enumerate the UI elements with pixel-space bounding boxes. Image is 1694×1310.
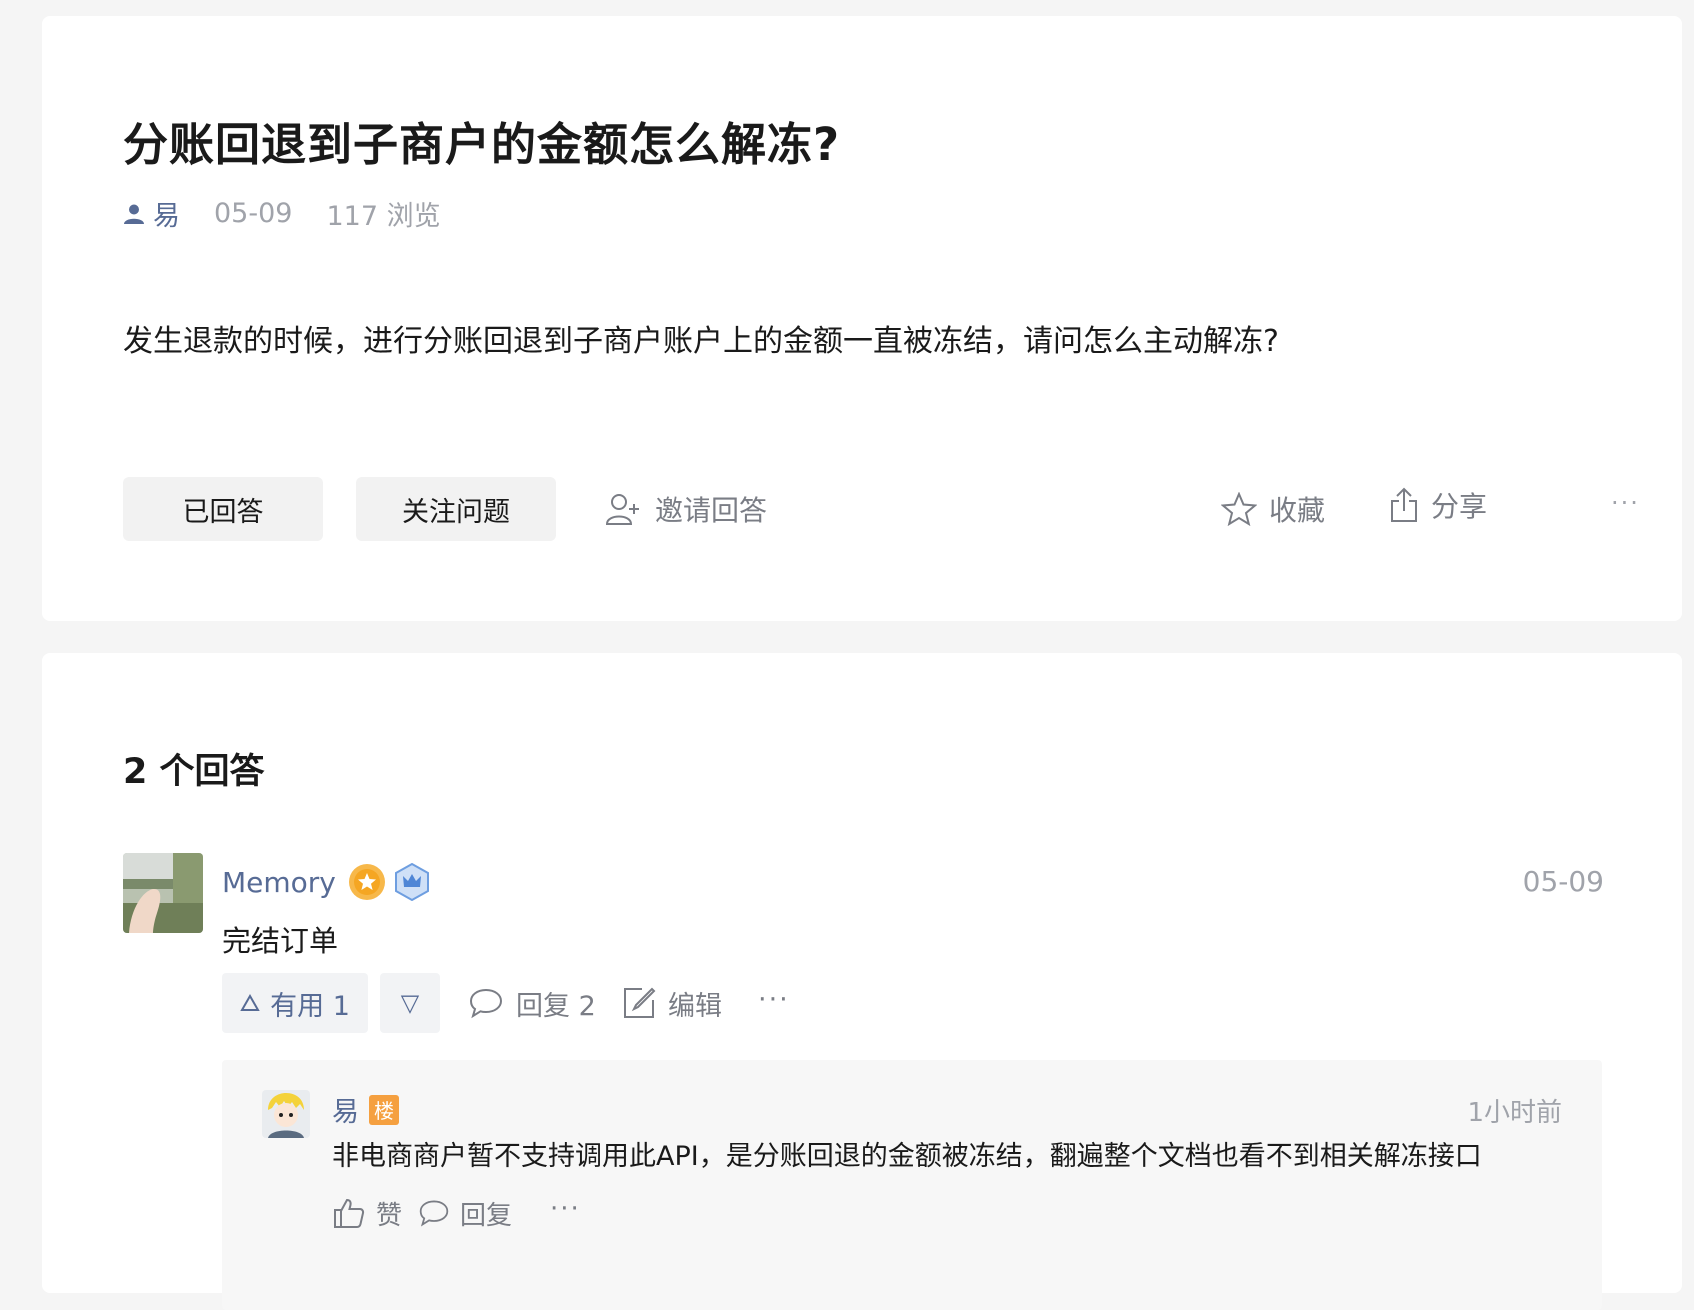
reply-author[interactable]: 易: [332, 1090, 359, 1129]
comment-icon: [419, 1200, 449, 1227]
edit-icon: [624, 987, 656, 1018]
answered-button[interactable]: 已回答: [123, 477, 323, 541]
reply-text: 非电商商户暂不支持调用此API，是分账回退的金额被冻结，翻遍整个文档也看不到相关…: [332, 1141, 1482, 1172]
favorite-label: 收藏: [1269, 494, 1326, 527]
star-icon: [1221, 492, 1257, 526]
invite-answer-label: 邀请回答: [655, 494, 768, 527]
triangle-up-icon: [240, 994, 260, 1011]
useful-label: 有用 1: [270, 990, 350, 1022]
reply-to-reply-button[interactable]: 回复: [418, 1188, 512, 1238]
like-button[interactable]: 赞: [332, 1188, 402, 1238]
question-date: 05-09: [214, 198, 293, 229]
like-label: 赞: [376, 1200, 403, 1231]
reply-actions: 赞 回复 ···: [332, 1188, 732, 1238]
question-body: 发生退款的时候，进行分账回退到子商户账户上的金额一直被冻结，请问怎么主动解冻?: [123, 324, 1279, 359]
reply-header: 易 楼: [332, 1090, 399, 1129]
edit-button[interactable]: 编辑: [622, 973, 722, 1033]
answers-card: 2 个回答 Memory 05-09 完结订单 有用 1 ▽ 回复 2 编辑 ·…: [42, 653, 1682, 1310]
question-views: 117 浏览: [326, 201, 441, 232]
reply-label: 回复 2: [516, 990, 596, 1022]
edit-label: 编辑: [668, 990, 722, 1022]
more-options-button[interactable]: ···: [1611, 471, 1640, 535]
reply-more-button[interactable]: ···: [550, 1184, 581, 1234]
invite-answer-button[interactable]: 邀请回答: [605, 477, 767, 541]
answer-header: Memory: [222, 863, 430, 901]
answer-actions: 有用 1 ▽ 回复 2 编辑 ···: [222, 973, 822, 1033]
op-badge: 楼: [369, 1094, 399, 1125]
reply-box: 易 楼 1小时前 非电商商户暂不支持调用此API，是分账回退的金额被冻结，翻遍整…: [222, 1060, 1602, 1310]
not-useful-button[interactable]: ▽: [380, 973, 440, 1033]
answer-author[interactable]: Memory: [222, 866, 336, 899]
cartoon-avatar: [262, 1090, 310, 1138]
avatar-photo: [123, 853, 203, 933]
answers-count-title: 2 个回答: [123, 752, 265, 792]
question-author-name: 易: [153, 201, 180, 232]
comment-icon: [469, 988, 503, 1019]
favorite-button[interactable]: 收藏: [1221, 477, 1325, 541]
invite-user-icon: [605, 494, 639, 525]
question-card: 分账回退到子商户的金额怎么解冻? 易 05-09 117 浏览 发生退款的时候，…: [42, 16, 1682, 621]
answer-date: 05-09: [1522, 865, 1604, 898]
crown-badge-icon: [394, 863, 429, 901]
answer-avatar[interactable]: [123, 853, 203, 933]
question-actions: 已回答 关注问题 邀请回答 收藏 分享 ···: [123, 477, 1643, 541]
question-meta: 易 05-09 117 浏览: [123, 194, 441, 233]
share-icon: [1391, 487, 1417, 522]
share-label: 分享: [1431, 490, 1488, 523]
question-title: 分账回退到子商户的金额怎么解冻?: [123, 118, 841, 171]
share-button[interactable]: 分享: [1389, 473, 1487, 537]
reply-avatar[interactable]: [262, 1090, 310, 1138]
reply-time: 1小时前: [1467, 1098, 1562, 1128]
user-icon: [124, 204, 144, 224]
useful-button[interactable]: 有用 1: [222, 973, 368, 1033]
answer-text: 完结订单: [222, 924, 339, 958]
reply-to-reply-label: 回复: [460, 1200, 513, 1231]
answer-more-button[interactable]: ···: [758, 969, 790, 1029]
thumbs-up-icon: [334, 1198, 365, 1228]
question-author[interactable]: 易: [123, 194, 180, 233]
gold-star-badge-icon: [348, 864, 385, 900]
reply-button[interactable]: 回复 2: [468, 973, 596, 1033]
follow-question-button[interactable]: 关注问题: [356, 477, 556, 541]
